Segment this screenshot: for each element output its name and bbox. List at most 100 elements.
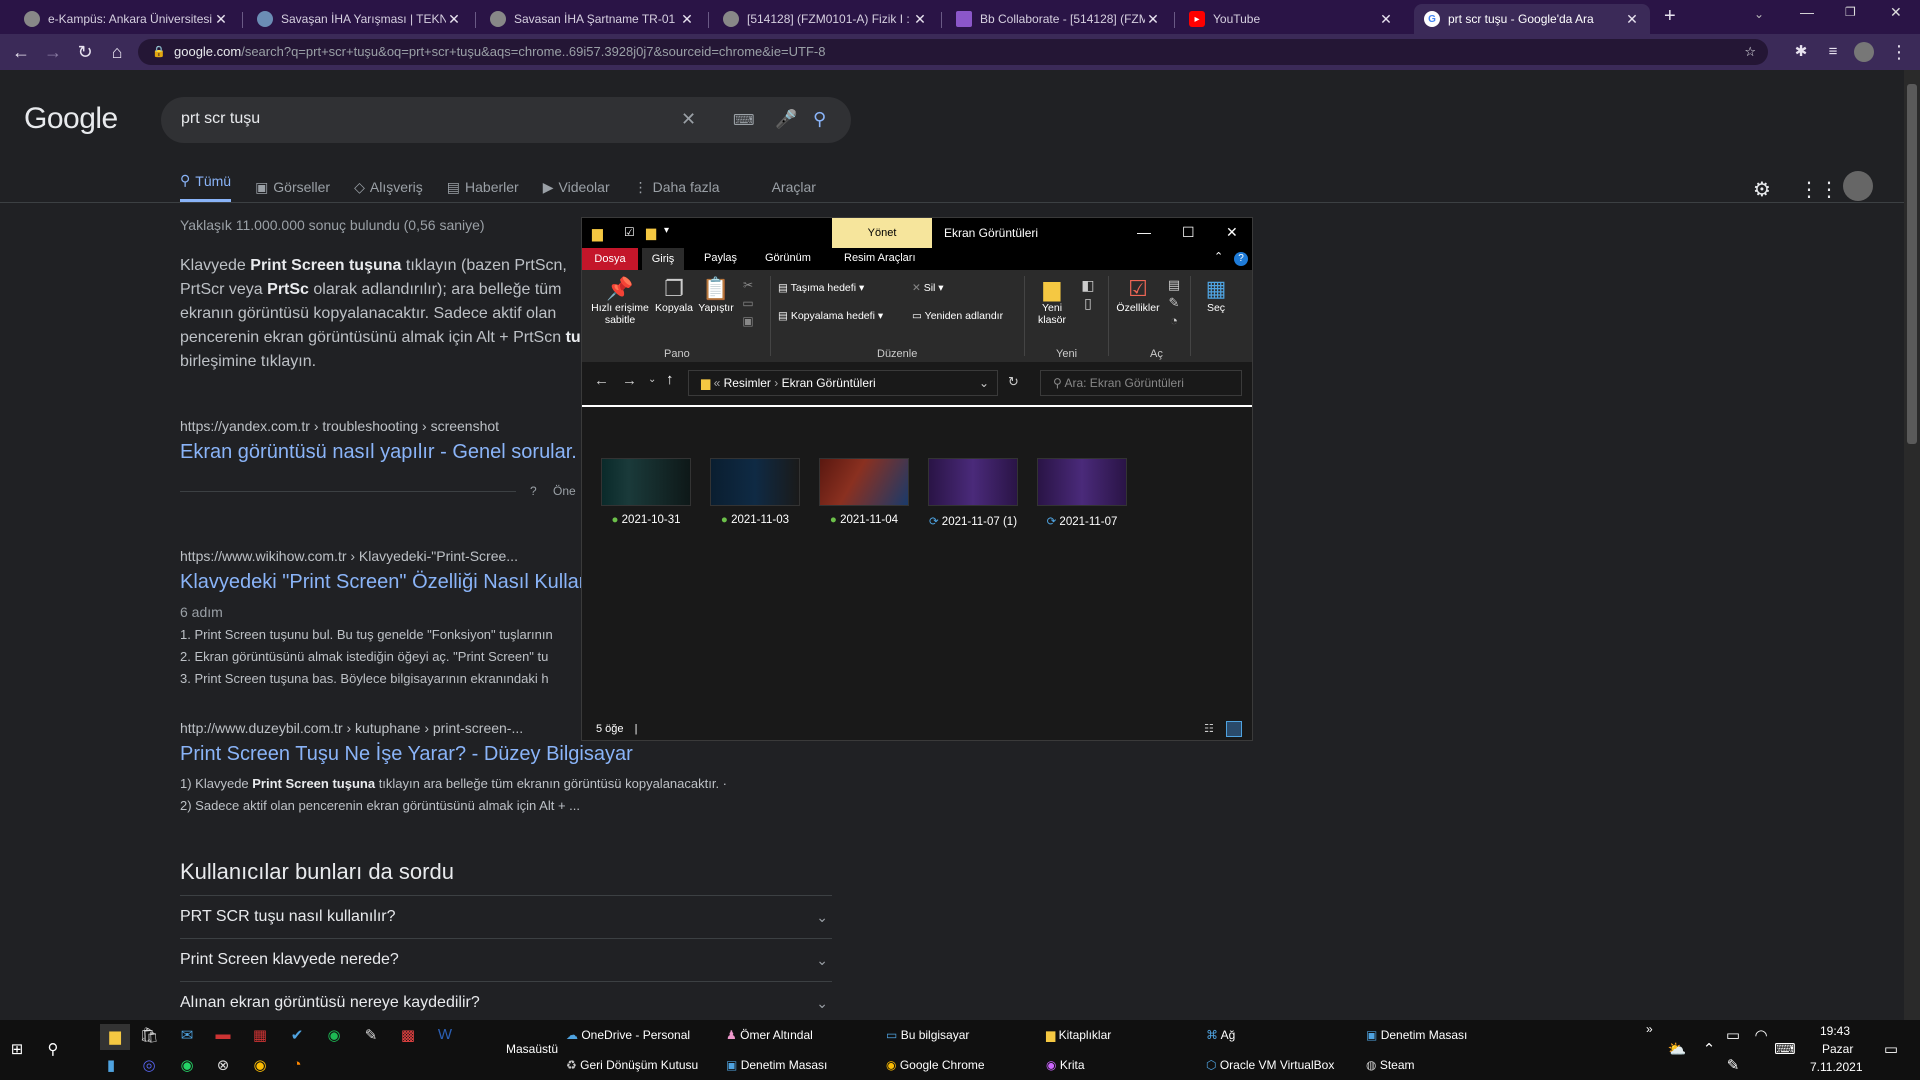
tab-share[interactable]: Paylaş [704, 252, 737, 264]
new-folder-button[interactable]: ▆ Yeni klasör [1030, 276, 1074, 326]
xbox-icon[interactable]: ⊗ [212, 1056, 234, 1074]
store-icon[interactable]: 🛍 [138, 1026, 160, 1044]
qa-dropdown-icon[interactable]: ▾ [664, 225, 669, 236]
help-icon[interactable]: ? [1234, 252, 1248, 266]
details-view-icon[interactable]: ☷ [1204, 718, 1214, 740]
result-title-link[interactable]: Print Screen Tuşu Ne İşe Yarar? - Düzey … [180, 743, 633, 766]
mic-icon[interactable]: 🎤 [775, 109, 797, 130]
phone-icon[interactable]: ▮ [100, 1056, 122, 1074]
toolbar-shortcut[interactable]: ▣ Denetim Masası [1366, 1028, 1467, 1042]
forward-icon[interactable]: → [42, 41, 64, 63]
todo-icon[interactable]: ✔ [286, 1026, 308, 1044]
discord-icon[interactable]: ◎ [138, 1056, 160, 1074]
keyboard-icon[interactable]: ⌨ [1774, 1040, 1796, 1058]
tab-search-icon[interactable]: ⌄ [1754, 7, 1764, 21]
toolbar-shortcut[interactable]: ◍ Steam [1366, 1058, 1415, 1072]
breadcrumb-item[interactable]: Resimler [724, 376, 771, 390]
featured-about-label[interactable]: Öne [553, 484, 576, 498]
new-item-icons[interactable]: ◧ ▯ [1076, 276, 1100, 312]
large-icons-view-icon[interactable] [1226, 721, 1242, 737]
app-red-icon[interactable]: ▬ [212, 1026, 234, 1043]
reading-list-icon[interactable]: ≡ [1822, 41, 1844, 63]
tab-home[interactable]: Giriş [642, 248, 684, 270]
paa-question[interactable]: PRT SCR tuşu nasıl kullanılır? ⌄ [180, 895, 832, 938]
chrome-menu-icon[interactable]: ⋮ [1888, 41, 1910, 63]
battery-icon[interactable]: ▭ [1722, 1026, 1744, 1044]
calendar-icon[interactable]: ▦ [249, 1026, 271, 1044]
google-logo[interactable]: Google [24, 102, 118, 136]
keyboard-icon[interactable]: ⌨ [733, 111, 755, 129]
tab-videos[interactable]: ▶ Videolar [543, 172, 610, 202]
bookmark-star-icon[interactable]: ☆ [1744, 39, 1756, 65]
pen-icon[interactable]: ✎ [1722, 1056, 1744, 1074]
properties-qa-icon[interactable]: ☑ [624, 225, 635, 239]
clear-icon[interactable]: ✕ [681, 109, 696, 130]
collapse-ribbon-icon[interactable]: ⌃ [1214, 250, 1223, 263]
cut-copy-path-icons[interactable]: ✂ ▭ ▣ [740, 276, 756, 330]
close-window-icon[interactable]: ✕ [1890, 4, 1902, 21]
search-icon[interactable]: ⚲ [813, 109, 826, 130]
windows-start-icon[interactable]: ⊞ [6, 1040, 28, 1058]
tab-images[interactable]: ▣ Görseller [255, 172, 330, 202]
maximize-icon[interactable]: ☐ [1182, 224, 1195, 241]
notepad-icon[interactable]: ✎ [360, 1026, 382, 1044]
toolbar-overflow-icon[interactable]: » [1646, 1022, 1653, 1036]
search-box[interactable]: prt scr tuşu ✕ ⌨ 🎤 ⚲ [161, 97, 851, 143]
lock-icon[interactable]: 🔒 [152, 39, 166, 65]
clock-date[interactable]: 7.11.2021 [1810, 1060, 1863, 1074]
close-tab-icon[interactable]: ✕ [679, 11, 695, 28]
move-to-button[interactable]: ▤ Taşıma hedefi ▾ [778, 282, 864, 294]
paste-button[interactable]: 📋 Yapıştır [696, 276, 736, 314]
restore-icon[interactable]: ❐ [1845, 5, 1856, 19]
select-button[interactable]: ▦ Seç [1196, 276, 1236, 314]
up-icon[interactable]: ↑ [666, 371, 674, 388]
toolbar-shortcut[interactable]: ♻ Geri Dönüşüm Kutusu [566, 1058, 698, 1072]
tab-picture-tools[interactable]: Resim Araçları [844, 252, 916, 264]
file-thumbnail[interactable]: ● 2021-11-04 [818, 458, 910, 526]
tab-view[interactable]: Görünüm [765, 252, 811, 264]
notification-center-icon[interactable]: ▭ [1880, 1040, 1902, 1058]
tab-all[interactable]: ⚲ Tümü [180, 172, 232, 202]
apps-grid-icon[interactable]: ⋮⋮ [1799, 177, 1839, 202]
account-avatar[interactable] [1843, 171, 1873, 201]
file-thumbnail[interactable]: ● 2021-11-03 [709, 458, 801, 526]
toolbar-shortcut[interactable]: ☁ OneDrive - Personal [566, 1028, 690, 1042]
blender-icon[interactable]: ◔ [286, 1056, 308, 1073]
tab-shopping[interactable]: ◇ Alışveriş [354, 172, 423, 202]
open-icons[interactable]: ▤ ✎ ◔ [1164, 276, 1184, 330]
copy-to-button[interactable]: ▤ Kopyalama hedefi ▾ [778, 310, 883, 322]
tab-collaborate[interactable]: Bb Collaborate - [514128] (FZM... ✕ [946, 4, 1171, 34]
recent-dropdown-icon[interactable]: ⌄ [648, 374, 656, 385]
whatsapp-icon[interactable]: ◉ [176, 1056, 198, 1074]
toolbar-shortcut[interactable]: ♟ Ömer Altındal [726, 1028, 813, 1042]
tab-google-search[interactable]: Gprt scr tuşu - Google'da Ara ✕ [1414, 4, 1650, 34]
result-title-link[interactable]: Ekran görüntüsü nasıl yapılır - Genel so… [180, 441, 577, 464]
toolbar-shortcut[interactable]: ⬡ Oracle VM VirtualBox [1206, 1058, 1334, 1072]
chevron-down-icon[interactable]: ⌄ [979, 371, 989, 395]
toolbar-shortcut[interactable]: ◉ Google Chrome [886, 1058, 985, 1072]
close-icon[interactable]: ✕ [1226, 224, 1238, 241]
tab-file[interactable]: Dosya [582, 248, 638, 270]
word-icon[interactable]: W [434, 1026, 456, 1043]
tab-fizik[interactable]: [514128] (FZM0101-A) Fizik I : S...✕ [713, 4, 938, 34]
properties-button[interactable]: ☑ Özellikler [1114, 276, 1162, 314]
toolbar-shortcut[interactable]: ▣ Denetim Masası [726, 1058, 827, 1072]
close-tab-icon[interactable]: ✕ [912, 11, 928, 28]
clock-time[interactable]: 19:43 [1820, 1024, 1850, 1038]
explorer-search-input[interactable]: ⚲ Ara: Ekran Görüntüleri [1040, 370, 1242, 396]
home-icon[interactable]: ⌂ [106, 41, 128, 63]
tab-sartname[interactable]: Savasan İHA Şartname TR-01 ✕ [480, 4, 705, 34]
file-thumbnail[interactable]: ⟳ 2021-11-07 (1) [927, 458, 1019, 528]
paa-question[interactable]: Alınan ekran görüntüsü nereye kaydedilir… [180, 981, 832, 1024]
chrome-icon[interactable]: ◉ [249, 1056, 271, 1074]
manage-context-tab[interactable]: Yönet [832, 218, 932, 248]
breadcrumb-item[interactable]: Ekran Görüntüleri [782, 376, 876, 390]
close-tab-icon[interactable]: ✕ [1378, 11, 1394, 28]
copy-button[interactable]: ❐ Kopyala [654, 276, 694, 314]
desktop-toolbar-label[interactable]: Masaüstü [506, 1042, 558, 1056]
mail-icon[interactable]: ✉ [176, 1026, 198, 1044]
show-hidden-icons-icon[interactable]: ⌃ [1698, 1040, 1720, 1058]
toolbar-shortcut[interactable]: ▭ Bu bilgisayar [886, 1028, 969, 1042]
wifi-icon[interactable]: ◠ [1750, 1026, 1772, 1044]
close-tab-icon[interactable]: ✕ [446, 11, 462, 28]
